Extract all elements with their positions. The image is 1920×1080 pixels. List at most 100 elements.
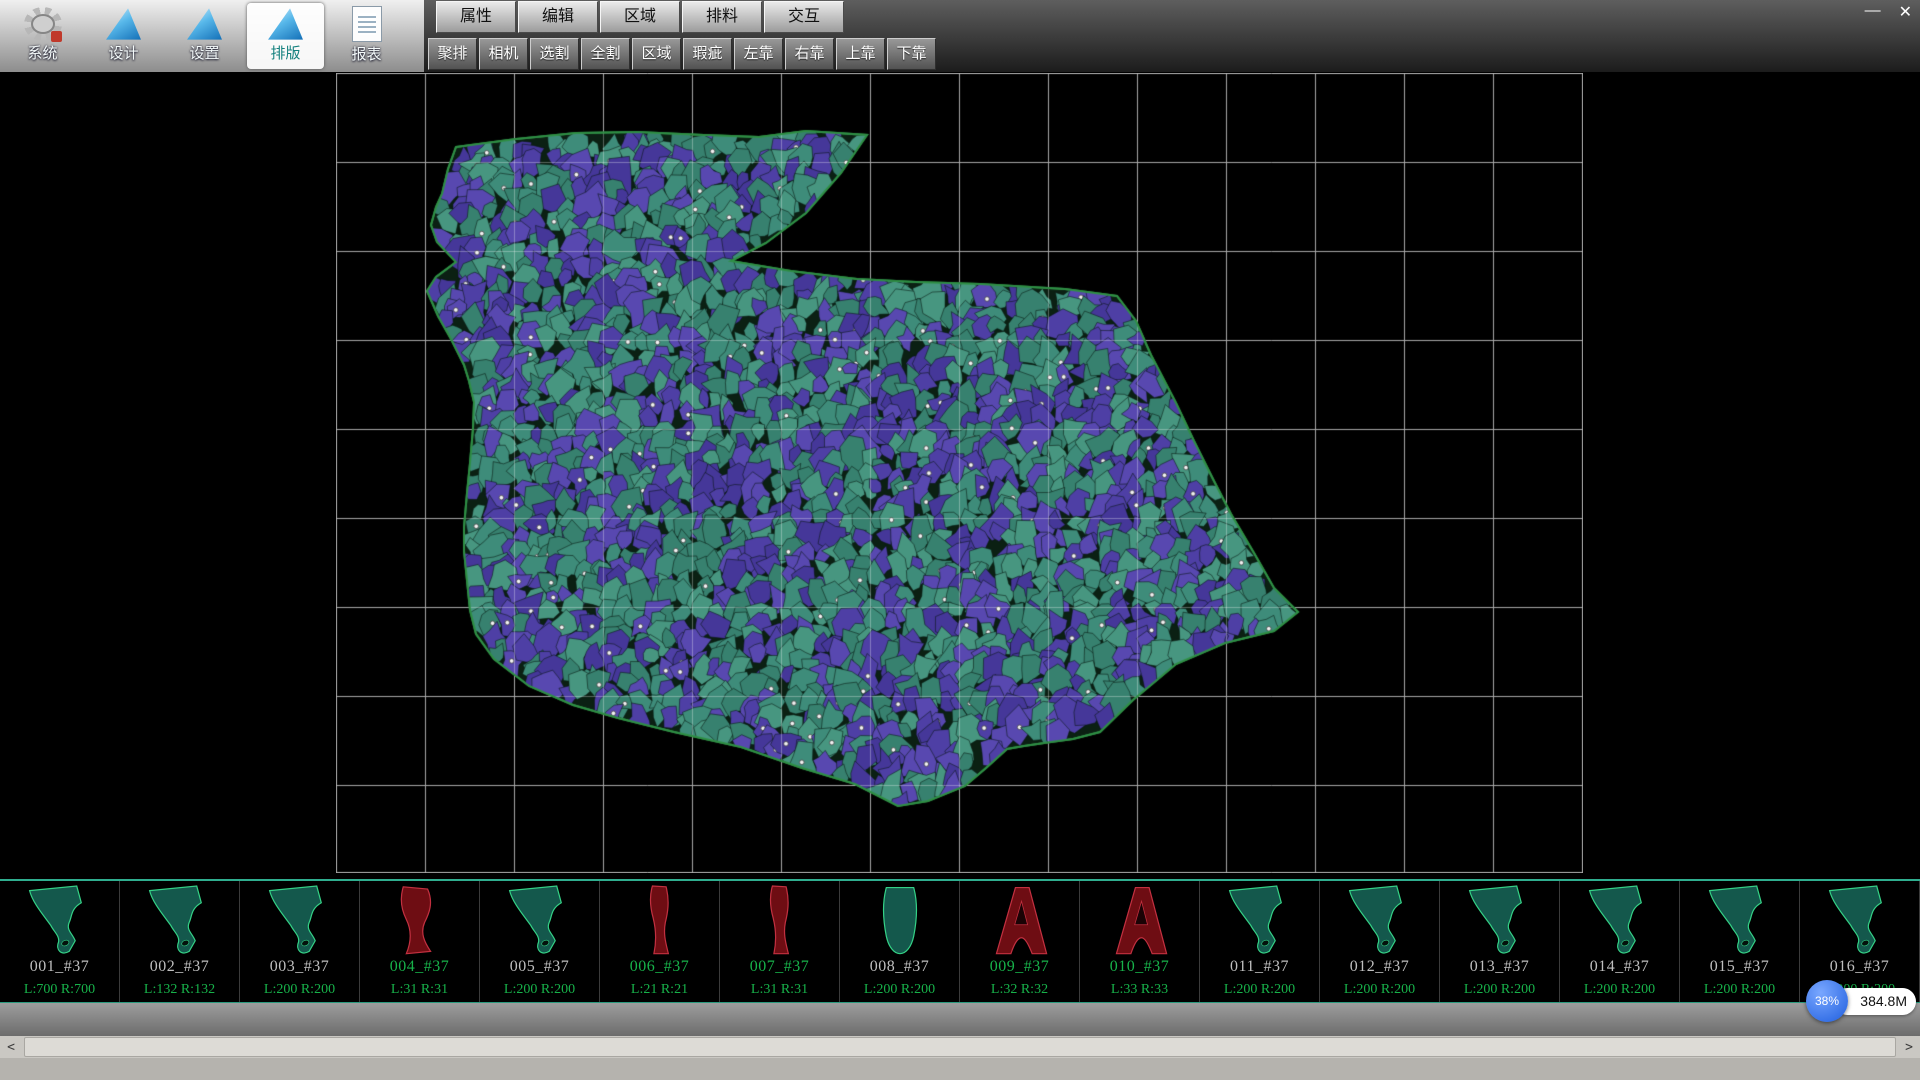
report-icon — [352, 6, 382, 42]
scrollbar-thumb[interactable] — [24, 1037, 1896, 1057]
piece-thumbnail-009_#37[interactable]: 009_#37L:32 R:32 — [960, 881, 1080, 1002]
action-button-camera[interactable]: 相机 — [479, 38, 528, 70]
piece-id-label: 008_#37 — [840, 958, 959, 976]
action-button-align-bottom[interactable]: 下靠 — [887, 38, 936, 70]
piece-thumbnail-005_#37[interactable]: 005_#37 L:200 R:200 — [480, 881, 600, 1002]
piece-thumbnail-007_#37[interactable]: 007_#37 L:31 R:31 — [720, 881, 840, 1002]
piece-shape — [1099, 883, 1181, 959]
layout-icon — [267, 7, 305, 41]
piece-id-label: 006_#37 — [600, 958, 719, 976]
main-button-report[interactable]: 报表 — [328, 3, 405, 69]
scroll-left-arrow[interactable]: < — [0, 1040, 22, 1055]
menu-tab-interact[interactable]: 交互 — [764, 1, 844, 33]
piece-thumbnail-014_#37[interactable]: 014_#37 L:200 R:200 — [1560, 881, 1680, 1002]
piece-id-label: 014_#37 — [1560, 958, 1679, 976]
action-button-cut-all[interactable]: 全割 — [581, 38, 630, 70]
piece-id-label: 007_#37 — [720, 958, 839, 976]
minimize-button[interactable]: — — [1865, 2, 1881, 22]
piece-thumbnail-006_#37[interactable]: 006_#37 L:21 R:21 — [600, 881, 720, 1002]
main-button-label: 系统 — [4, 42, 81, 63]
piece-thumbnail-015_#37[interactable]: 015_#37L:200 R:200 — [1680, 881, 1800, 1002]
piece-lr-count: L:200 R:200 — [1440, 982, 1559, 998]
piece-id-label: 013_#37 — [1440, 958, 1559, 976]
piece-thumbnail-012_#37[interactable]: 012_#37L:200 R:200 — [1320, 881, 1440, 1002]
action-toolbar: 聚排相机选割全割区域瑕疵左靠右靠上靠下靠 — [428, 38, 936, 70]
piece-id-label: 005_#37 — [480, 958, 599, 976]
piece-lr-count: L:200 R:200 — [1560, 982, 1679, 998]
action-button-align-top[interactable]: 上靠 — [836, 38, 885, 70]
scroll-right-arrow[interactable]: > — [1898, 1040, 1920, 1055]
menu-tab-edit[interactable]: 编辑 — [518, 1, 598, 33]
piece-shape — [499, 883, 581, 959]
main-button-layout[interactable]: 排版 — [247, 3, 324, 69]
action-button-align-right[interactable]: 右靠 — [785, 38, 834, 70]
piece-lr-count: L:200 R:200 — [840, 982, 959, 998]
main-toolbar: 系统设计设置排版报表 — [0, 0, 424, 72]
action-button-select-cut[interactable]: 选割 — [530, 38, 579, 70]
piece-thumbnail-008_#37[interactable]: 008_#37 L:200 R:200 — [840, 881, 960, 1002]
piece-lr-count: L:31 R:31 — [360, 982, 479, 998]
piece-shape — [379, 883, 461, 959]
piece-thumbnail-011_#37[interactable]: 011_#37L:200 R:200 — [1200, 881, 1320, 1002]
piece-shape — [19, 883, 101, 959]
piece-thumbnail-003_#37[interactable]: 003_#37 L:200 R:200 — [240, 881, 360, 1002]
menu-tab-properties[interactable]: 属性 — [436, 1, 516, 33]
piece-lr-count: L:200 R:200 — [240, 982, 359, 998]
bottom-filler — [0, 1058, 1920, 1080]
piece-lr-count: L:132 R:132 — [120, 982, 239, 998]
nesting-canvas[interactable] — [336, 73, 1583, 873]
menu-tab-nest[interactable]: 排料 — [682, 1, 762, 33]
bottom-band — [0, 1003, 1920, 1036]
progress-value: 38% — [1815, 994, 1839, 1008]
piece-id-label: 010_#37 — [1080, 958, 1199, 976]
gear-icon — [24, 7, 62, 41]
piece-id-label: 001_#37 — [0, 958, 119, 976]
piece-id-label: 016_#37 — [1800, 958, 1919, 976]
settings-icon — [186, 7, 224, 41]
menu-tab-region[interactable]: 区域 — [600, 1, 680, 33]
piece-thumbnail-001_#37[interactable]: 001_#37 L:700 R:700 — [0, 881, 120, 1002]
piece-shape — [739, 883, 821, 959]
action-button-align-left[interactable]: 左靠 — [734, 38, 783, 70]
piece-thumbnail-010_#37[interactable]: 010_#37 L:33 R:33 — [1080, 881, 1200, 1002]
main-button-label: 报表 — [328, 43, 405, 64]
piece-id-label: 002_#37 — [120, 958, 239, 976]
piece-shape — [1699, 883, 1781, 959]
main-button-settings[interactable]: 设置 — [166, 3, 243, 69]
piece-thumbnail-004_#37[interactable]: 004_#37L:31 R:31 — [360, 881, 480, 1002]
piece-lr-count: L:200 R:200 — [480, 982, 599, 998]
piece-shape — [1339, 883, 1421, 959]
piece-shape — [1459, 883, 1541, 959]
action-button-defect[interactable]: 瑕疵 — [683, 38, 732, 70]
piece-id-label: 011_#37 — [1200, 958, 1319, 976]
piece-shape — [979, 883, 1061, 959]
piece-id-label: 003_#37 — [240, 958, 359, 976]
main-button-label: 设置 — [166, 42, 243, 63]
piece-lr-count: L:21 R:21 — [600, 982, 719, 998]
piece-lr-count: L:700 R:700 — [0, 982, 119, 998]
workspace — [0, 72, 1920, 879]
piece-shape — [1579, 883, 1661, 959]
close-button[interactable]: ✕ — [1899, 2, 1912, 22]
piece-id-label: 009_#37 — [960, 958, 1079, 976]
piece-lr-count: L:200 R:200 — [1680, 982, 1799, 998]
piece-thumbnail-013_#37[interactable]: 013_#37 L:200 R:200 — [1440, 881, 1560, 1002]
action-button-region[interactable]: 区域 — [632, 38, 681, 70]
piece-shape — [1219, 883, 1301, 959]
main-button-label: 排版 — [247, 42, 324, 63]
piece-lr-count: L:33 R:33 — [1080, 982, 1199, 998]
progress-badge: 38% — [1806, 980, 1848, 1022]
toolbar: 系统设计设置排版报表 属性编辑区域排料交互 聚排相机选割全割区域瑕疵左靠右靠上靠… — [0, 0, 1920, 72]
action-button-cluster[interactable]: 聚排 — [428, 38, 477, 70]
main-button-design[interactable]: 设计 — [85, 3, 162, 69]
design-icon — [105, 7, 143, 41]
window-controls: — ✕ — [1865, 2, 1912, 22]
horizontal-scrollbar[interactable]: < > — [0, 1036, 1920, 1058]
main-button-label: 设计 — [85, 42, 162, 63]
piece-shape — [859, 883, 941, 959]
main-button-system[interactable]: 系统 — [4, 3, 81, 69]
piece-lr-count: L:31 R:31 — [720, 982, 839, 998]
piece-thumbnail-002_#37[interactable]: 002_#37 L:132 R:132 — [120, 881, 240, 1002]
pieces-panel: 001_#37 L:700 R:700002_#37 L:132 R:132003_… — [0, 879, 1920, 1003]
piece-shape — [619, 883, 701, 959]
